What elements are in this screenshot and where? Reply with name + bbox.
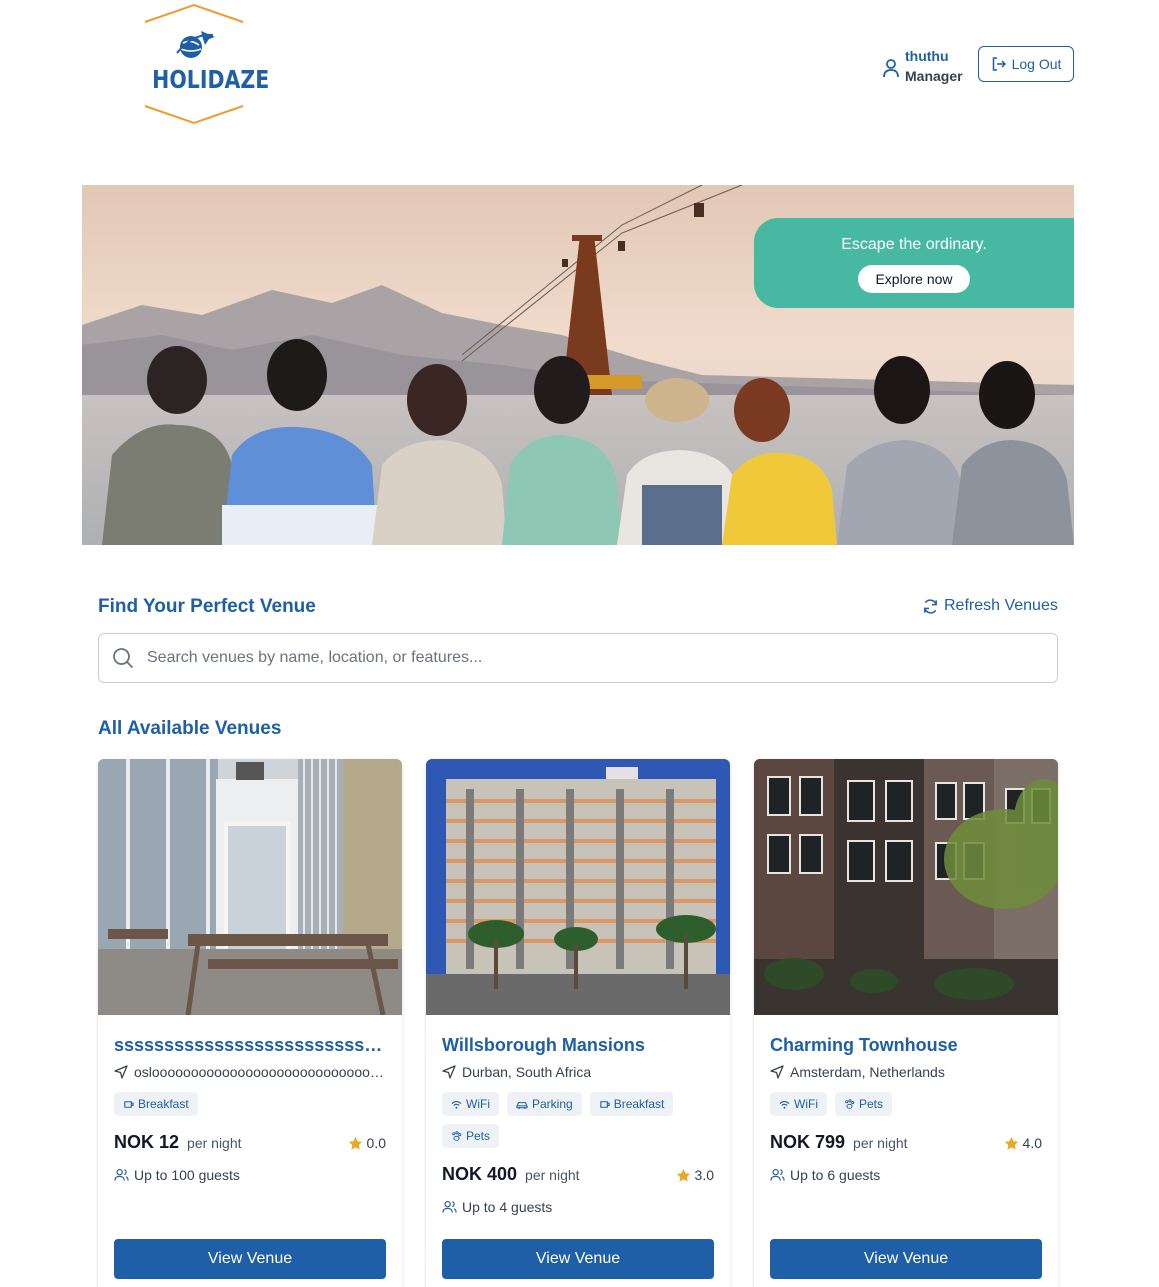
promo-tagline: Escape the ordinary. xyxy=(841,236,987,253)
venue-image[interactable] xyxy=(426,759,730,1015)
holidaze-logo[interactable]: HOLIDAZE xyxy=(143,3,270,125)
globe-plane-icon xyxy=(176,31,215,58)
venue-card[interactable]: sssssssssssssssssssssssssssssssssssss os… xyxy=(98,759,402,1287)
venue-rating: 3.0 xyxy=(676,1167,714,1183)
venue-location-text: osloooooooooooooooooooooooooooooooooooo xyxy=(134,1064,386,1080)
venue-price: NOK 799 xyxy=(770,1132,846,1152)
logout-icon xyxy=(992,57,1006,71)
hero-banner: Escape the ordinary. Explore now xyxy=(82,185,1074,545)
venue-guests: Up to 4 guests xyxy=(442,1199,714,1215)
wifi-icon xyxy=(451,1100,462,1109)
amenity-tag: Breakfast xyxy=(114,1092,198,1116)
promo-panel: Escape the ordinary. Explore now xyxy=(754,218,1074,308)
venue-location: Amsterdam, Netherlands xyxy=(770,1064,1042,1080)
location-arrow-icon xyxy=(442,1065,456,1079)
view-venue-button[interactable]: View Venue xyxy=(442,1239,714,1279)
refresh-venues-button[interactable]: Refresh Venues xyxy=(922,597,1058,615)
site-header: HOLIDAZE thuthu Manager Log Out xyxy=(0,0,1159,150)
car-icon xyxy=(516,1101,528,1109)
per-night-label: per night xyxy=(525,1167,580,1183)
amenity-tag: Breakfast xyxy=(589,1092,674,1116)
venue-price-row: NOK 12 per night 0.0 xyxy=(114,1132,386,1154)
venue-guests: Up to 6 guests xyxy=(770,1167,1042,1183)
venue-location: Durban, South Africa xyxy=(442,1064,714,1080)
per-night-label: per night xyxy=(853,1135,908,1151)
venue-card[interactable]: Charming Townhouse Amsterdam, Netherland… xyxy=(754,759,1058,1287)
search-input[interactable] xyxy=(147,649,1027,667)
location-arrow-icon xyxy=(114,1065,128,1079)
venue-amenities: WiFi Parking Breakfast Pets xyxy=(442,1092,714,1148)
star-icon xyxy=(1004,1136,1018,1150)
venue-guests: Up to 100 guests xyxy=(114,1167,386,1183)
guests-icon xyxy=(442,1201,457,1213)
view-venue-button[interactable]: View Venue xyxy=(770,1239,1042,1279)
venue-name[interactable]: sssssssssssssssssssssssssssssssssssss xyxy=(114,1035,386,1056)
venue-price: NOK 12 xyxy=(114,1132,180,1152)
venue-amenities: Breakfast xyxy=(114,1092,386,1116)
guests-icon xyxy=(114,1169,129,1181)
logo-frame-icon xyxy=(144,3,244,125)
user-name: thuthu xyxy=(905,48,949,64)
guests-icon xyxy=(770,1169,785,1181)
star-icon xyxy=(348,1136,362,1150)
all-venues-heading: All Available Venues xyxy=(98,718,282,739)
search-box[interactable] xyxy=(98,633,1058,683)
amenity-tag: Pets xyxy=(442,1124,500,1148)
wifi-icon xyxy=(779,1100,790,1109)
refresh-icon xyxy=(924,598,937,614)
refresh-label: Refresh Venues xyxy=(944,597,1058,614)
amenity-tag: WiFi xyxy=(770,1092,827,1116)
logout-button[interactable]: Log Out xyxy=(978,46,1074,82)
venue-price: NOK 400 xyxy=(442,1164,518,1184)
breakfast-icon xyxy=(599,1100,610,1108)
per-night-label: per night xyxy=(187,1135,242,1151)
venue-name[interactable]: Willsborough Mansions xyxy=(442,1035,714,1056)
amenity-tag: WiFi xyxy=(442,1092,499,1116)
logout-label: Log Out xyxy=(1011,56,1062,72)
location-arrow-icon xyxy=(770,1065,784,1079)
venue-price-row: NOK 799 per night 4.0 xyxy=(770,1132,1042,1154)
find-venue-heading: Find Your Perfect Venue xyxy=(98,596,316,617)
amenity-tag: Parking xyxy=(507,1092,582,1116)
venue-rating: 0.0 xyxy=(348,1135,386,1151)
venue-name[interactable]: Charming Townhouse xyxy=(770,1035,1042,1056)
venue-image[interactable] xyxy=(98,759,402,1015)
venue-card[interactable]: Willsborough Mansions Durban, South Afri… xyxy=(426,759,730,1287)
explore-now-button[interactable]: Explore now xyxy=(858,265,970,293)
logo-wordmark: HOLIDAZE xyxy=(152,65,270,94)
user-role: Manager xyxy=(905,68,963,84)
venue-price-row: NOK 400 per night 3.0 xyxy=(442,1164,714,1186)
paw-icon xyxy=(452,1130,462,1141)
star-icon xyxy=(676,1168,690,1182)
venue-location: osloooooooooooooooooooooooooooooooooooo xyxy=(114,1064,386,1080)
venue-location-text: Durban, South Africa xyxy=(462,1064,592,1080)
amenity-tag: Pets xyxy=(835,1092,893,1116)
view-venue-button[interactable]: View Venue xyxy=(114,1239,386,1279)
paw-icon xyxy=(845,1098,855,1109)
venue-rating: 4.0 xyxy=(1004,1135,1042,1151)
search-icon xyxy=(113,648,134,669)
venue-image[interactable] xyxy=(754,759,1058,1015)
venue-location-text: Amsterdam, Netherlands xyxy=(790,1064,945,1080)
user-icon xyxy=(883,59,899,78)
venue-amenities: WiFi Pets xyxy=(770,1092,1042,1116)
user-info[interactable]: thuthu Manager xyxy=(882,44,963,88)
breakfast-icon xyxy=(124,1100,134,1108)
